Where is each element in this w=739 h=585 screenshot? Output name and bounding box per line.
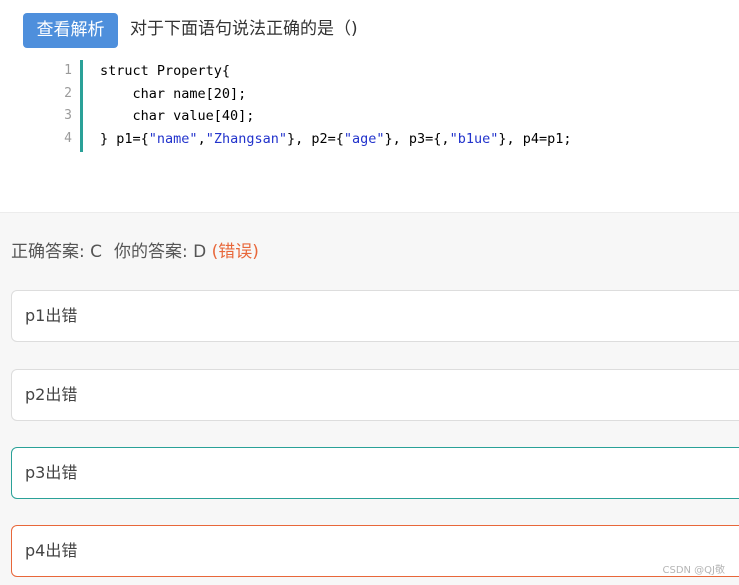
code-string: "Zhangsan" bbox=[205, 130, 287, 147]
line-number: 2 bbox=[64, 85, 72, 101]
answer-summary: 正确答案: C 你的答案: D (错误) bbox=[11, 240, 259, 264]
code-token: }, p3={, bbox=[384, 130, 450, 147]
option-label: p2出错 bbox=[25, 385, 78, 404]
code-line: struct Property{ bbox=[100, 63, 231, 79]
code-string: "age" bbox=[343, 130, 385, 147]
code-token: , bbox=[197, 130, 206, 147]
code-token: }, p4=p1; bbox=[498, 130, 572, 147]
code-token: }, p2={ bbox=[286, 130, 344, 147]
option-b[interactable]: p2出错 bbox=[11, 369, 739, 421]
option-label: p1出错 bbox=[25, 306, 78, 325]
line-number: 3 bbox=[64, 108, 72, 123]
code-line: } p1={"name","Zhangsan"}, p2={"age"}, p3… bbox=[100, 128, 572, 151]
option-label: p4出错 bbox=[25, 541, 78, 560]
option-label: p3出错 bbox=[25, 463, 78, 482]
code-line: char name[20]; bbox=[100, 85, 247, 102]
code-block: 1 2 3 4 struct Property{ char name[20]; … bbox=[58, 60, 658, 152]
line-number: 1 bbox=[64, 63, 72, 78]
line-number: 4 bbox=[64, 130, 72, 146]
correct-answer: 正确答案: C bbox=[11, 242, 103, 262]
option-a[interactable]: p1出错 bbox=[11, 290, 739, 342]
view-analysis-button[interactable]: 查看解析 bbox=[23, 13, 118, 48]
question-header: 查看解析 对于下面语句说法正确的是（) 1 2 3 4 struct Prope… bbox=[0, 0, 739, 212]
code-line: char value[40]; bbox=[100, 108, 255, 124]
code-token: } p1={ bbox=[100, 130, 149, 147]
watermark: CSDN @QJ敬 bbox=[662, 565, 725, 576]
option-c[interactable]: p3出错 bbox=[11, 447, 739, 499]
option-d[interactable]: p4出错 bbox=[11, 525, 739, 577]
your-answer: 你的答案: D bbox=[114, 242, 207, 262]
answer-status: (错误) bbox=[211, 242, 259, 262]
code-string: "name" bbox=[148, 130, 198, 147]
question-text: 对于下面语句说法正确的是（) bbox=[130, 19, 358, 39]
code-gutter: 1 2 3 4 bbox=[58, 60, 83, 152]
code-string: "b1ue" bbox=[449, 130, 499, 147]
